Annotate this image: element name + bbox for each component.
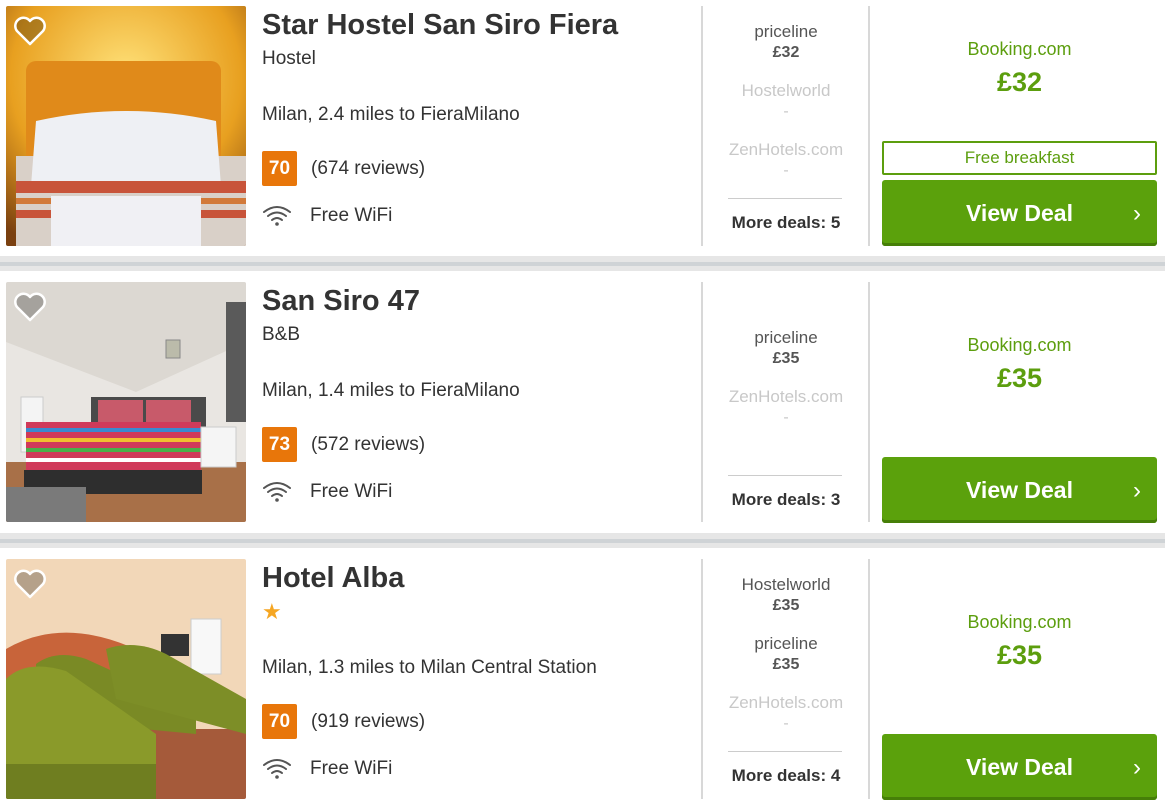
hotel-card[interactable]: Star Hostel San Siro Fiera Hostel Milan,… (0, 0, 1165, 256)
hotel-photo[interactable] (6, 282, 246, 522)
hotel-type: B&B (262, 324, 301, 345)
divider (701, 559, 703, 799)
provider-name: ZenHotels.com (728, 387, 844, 406)
best-deal[interactable]: Booking.com £35 (882, 334, 1157, 394)
provider-price[interactable]: priceline £35 (704, 634, 868, 676)
review-count[interactable]: (919 reviews) (311, 711, 425, 733)
amenity-row: Free WiFi (262, 757, 392, 781)
provider-price: Hostelworld - (704, 81, 868, 123)
hotel-name[interactable]: Star Hostel San Siro Fiera (262, 8, 618, 42)
provider-price[interactable]: priceline £35 (704, 328, 868, 370)
divider (701, 282, 703, 522)
chevron-right-icon: › (1133, 477, 1141, 504)
hotel-location: Milan, 1.3 miles to Milan Central Statio… (262, 657, 597, 678)
favorite-heart-icon[interactable] (14, 569, 46, 599)
provider-price-value: - (783, 409, 789, 426)
view-deal-button[interactable]: View Deal › (882, 180, 1157, 246)
hotel-location: Milan, 2.4 miles to FieraMilano (262, 104, 520, 125)
best-deal[interactable]: Booking.com £35 (882, 611, 1157, 671)
hotel-info: Hotel Alba ★ Milan, 1.3 miles to Milan C… (262, 561, 597, 779)
card-separator (0, 539, 1165, 543)
best-provider-name: Booking.com (967, 39, 1072, 59)
provider-price[interactable]: Hostelworld £35 (704, 575, 868, 617)
hotel-location: Milan, 1.4 miles to FieraMilano (262, 380, 520, 401)
more-deals-link[interactable]: More deals: 5 (704, 213, 868, 233)
divider (728, 751, 842, 752)
provider-price: ZenHotels.com - (704, 693, 868, 735)
amenity-row: Free WiFi (262, 480, 392, 504)
divider (701, 6, 703, 246)
view-deal-button[interactable]: View Deal › (882, 734, 1157, 800)
rating-badge: 70 (262, 704, 297, 739)
favorite-heart-icon[interactable] (14, 292, 46, 322)
provider-name: priceline (754, 328, 818, 347)
view-deal-label: View Deal (966, 476, 1073, 503)
best-provider-name: Booking.com (967, 612, 1072, 632)
provider-name: Hostelworld (741, 575, 831, 594)
provider-price-value: - (783, 715, 789, 732)
provider-price-value: £35 (772, 656, 800, 673)
rating-row: 70 (919 reviews) (262, 704, 425, 739)
amenity-label: Free WiFi (310, 758, 393, 779)
star-rating-icon: ★ (262, 599, 282, 624)
hotel-info: Star Hostel San Siro Fiera Hostel Milan,… (262, 8, 618, 226)
best-price: £32 (996, 67, 1043, 97)
divider (868, 6, 870, 246)
provider-price-value: £32 (772, 44, 800, 61)
provider-price: ZenHotels.com - (704, 387, 868, 429)
hotel-info: San Siro 47 B&B Milan, 1.4 miles to Fier… (262, 284, 520, 502)
hotel-photo[interactable] (6, 6, 246, 246)
amenity-label: Free WiFi (310, 481, 393, 502)
provider-name: ZenHotels.com (728, 693, 844, 712)
chevron-right-icon: › (1133, 200, 1141, 227)
best-price: £35 (996, 363, 1043, 393)
amenity-row: Free WiFi (262, 204, 392, 228)
rating-badge: 70 (262, 151, 297, 186)
view-deal-label: View Deal (966, 199, 1073, 226)
free-breakfast-badge: Free breakfast (882, 141, 1157, 175)
provider-price-value: £35 (772, 350, 800, 367)
review-count[interactable]: (572 reviews) (311, 434, 425, 456)
hotel-card[interactable]: San Siro 47 B&B Milan, 1.4 miles to Fier… (0, 271, 1165, 533)
view-deal-button[interactable]: View Deal › (882, 457, 1157, 523)
chevron-right-icon: › (1133, 754, 1141, 781)
wifi-icon (263, 482, 291, 502)
provider-price-value: - (783, 162, 789, 179)
rating-badge: 73 (262, 427, 297, 462)
divider (868, 282, 870, 522)
hotel-name[interactable]: San Siro 47 (262, 284, 420, 318)
provider-price-value: - (783, 103, 789, 120)
best-provider-name: Booking.com (967, 335, 1072, 355)
hotel-type: Hostel (262, 48, 316, 69)
divider (728, 475, 842, 476)
rating-row: 73 (572 reviews) (262, 427, 425, 462)
more-deals-link[interactable]: More deals: 3 (704, 490, 868, 510)
hotel-photo[interactable] (6, 559, 246, 799)
view-deal-label: View Deal (966, 753, 1073, 780)
best-price: £35 (996, 640, 1043, 670)
wifi-icon (263, 206, 291, 226)
rating-row: 70 (674 reviews) (262, 151, 425, 186)
hotel-name[interactable]: Hotel Alba (262, 561, 404, 595)
amenity-label: Free WiFi (310, 205, 393, 226)
card-separator (0, 262, 1165, 266)
favorite-heart-icon[interactable] (14, 16, 46, 46)
provider-name: ZenHotels.com (728, 140, 844, 159)
review-count[interactable]: (674 reviews) (311, 158, 425, 180)
divider (728, 198, 842, 199)
provider-price: ZenHotels.com - (704, 140, 868, 182)
divider (868, 559, 870, 799)
best-deal[interactable]: Booking.com £32 (882, 38, 1157, 98)
provider-name: priceline (754, 22, 818, 41)
provider-name: priceline (754, 634, 818, 653)
provider-price[interactable]: priceline £32 (704, 22, 868, 64)
hotel-card[interactable]: Hotel Alba ★ Milan, 1.3 miles to Milan C… (0, 548, 1165, 809)
more-deals-link[interactable]: More deals: 4 (704, 766, 868, 786)
provider-name: Hostelworld (741, 81, 831, 100)
wifi-icon (263, 759, 291, 779)
provider-price-value: £35 (772, 597, 800, 614)
